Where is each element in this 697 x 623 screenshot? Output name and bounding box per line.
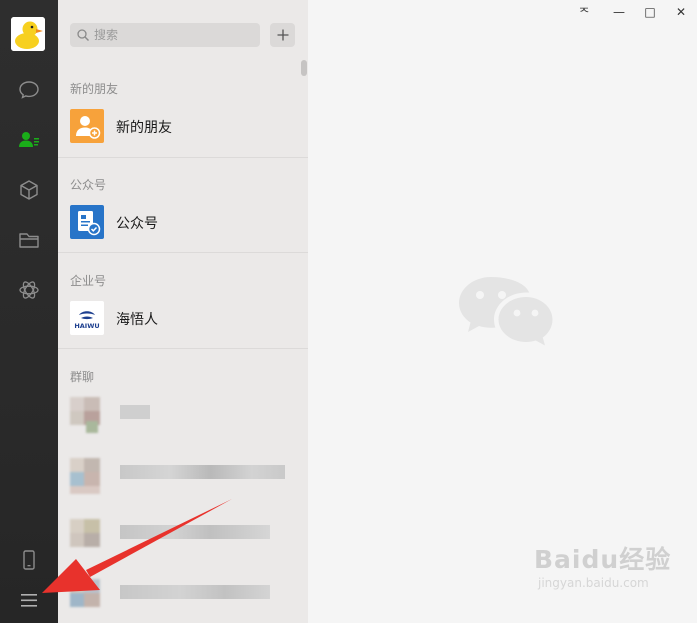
maximize-button[interactable]: □ <box>639 4 661 20</box>
divider <box>58 348 308 349</box>
divider <box>58 157 308 158</box>
list-item-enterprise[interactable]: HAIWU 海悟人 <box>58 294 308 342</box>
official-account-icon <box>70 205 104 239</box>
group-avatar <box>66 393 106 435</box>
list-item-new-friends[interactable]: 新的朋友 <box>58 102 308 150</box>
avatar[interactable] <box>11 17 45 51</box>
group-name-blurred <box>120 465 285 479</box>
list-item-official-accounts[interactable]: 公众号 <box>58 198 308 246</box>
watermark-main-text: Baidu经验 <box>534 545 672 574</box>
minimize-button[interactable]: — <box>608 4 630 20</box>
search-icon <box>77 29 89 41</box>
svg-text:HAIWU: HAIWU <box>74 322 99 330</box>
group-name-blurred <box>120 525 270 539</box>
list-item-label: 海悟人 <box>116 312 158 328</box>
pin-button[interactable]: ᅐ <box>573 4 595 20</box>
side-navigation <box>0 0 58 623</box>
watermark-url-text: jingyan.baidu.com <box>538 576 649 590</box>
scrollbar-thumb[interactable] <box>301 60 307 76</box>
group-avatar <box>66 454 106 496</box>
group-list-item[interactable] <box>58 570 308 618</box>
haiwu-logo: HAIWU <box>70 301 104 335</box>
section-header-enterprise: 企业号 <box>70 274 107 288</box>
new-friend-icon <box>70 109 104 143</box>
duck-avatar-icon <box>11 17 45 51</box>
section-header-official-accounts: 公众号 <box>70 178 107 192</box>
chat-icon[interactable] <box>14 75 44 105</box>
divider <box>58 252 308 253</box>
group-avatar <box>66 515 106 557</box>
list-item-label: 公众号 <box>116 216 158 232</box>
contacts-panel: 新的朋友 新的朋友 公众号 公众号 企业号 HAIWU 海悟人 群聊 <box>58 0 308 623</box>
search-box[interactable] <box>70 23 260 47</box>
group-list-item[interactable] <box>58 450 308 498</box>
search-input[interactable] <box>92 27 256 43</box>
add-button[interactable] <box>270 23 295 47</box>
baidu-watermark: Baidu经验 jingyan.baidu.com <box>534 540 671 590</box>
collections-icon[interactable] <box>14 175 44 205</box>
section-header-new-friends: 新的朋友 <box>70 82 119 96</box>
group-avatar <box>66 575 106 617</box>
moments-icon[interactable] <box>14 275 44 305</box>
plus-icon <box>277 29 288 41</box>
phone-icon[interactable] <box>14 545 44 575</box>
main-content-area: ᅐ — □ ✕ Baidu经验 jingyan.baidu.com <box>308 0 697 623</box>
contacts-icon[interactable] <box>14 125 44 155</box>
menu-icon[interactable] <box>14 585 44 615</box>
group-name-blurred <box>120 585 270 599</box>
close-button[interactable]: ✕ <box>670 4 692 20</box>
files-icon[interactable] <box>14 225 44 255</box>
group-list-item[interactable] <box>58 390 308 438</box>
wechat-logo-icon <box>459 277 553 346</box>
group-name-blurred <box>120 405 150 419</box>
list-item-label: 新的朋友 <box>116 120 172 136</box>
group-list-item[interactable] <box>58 510 308 558</box>
section-header-groups: 群聊 <box>70 370 95 384</box>
